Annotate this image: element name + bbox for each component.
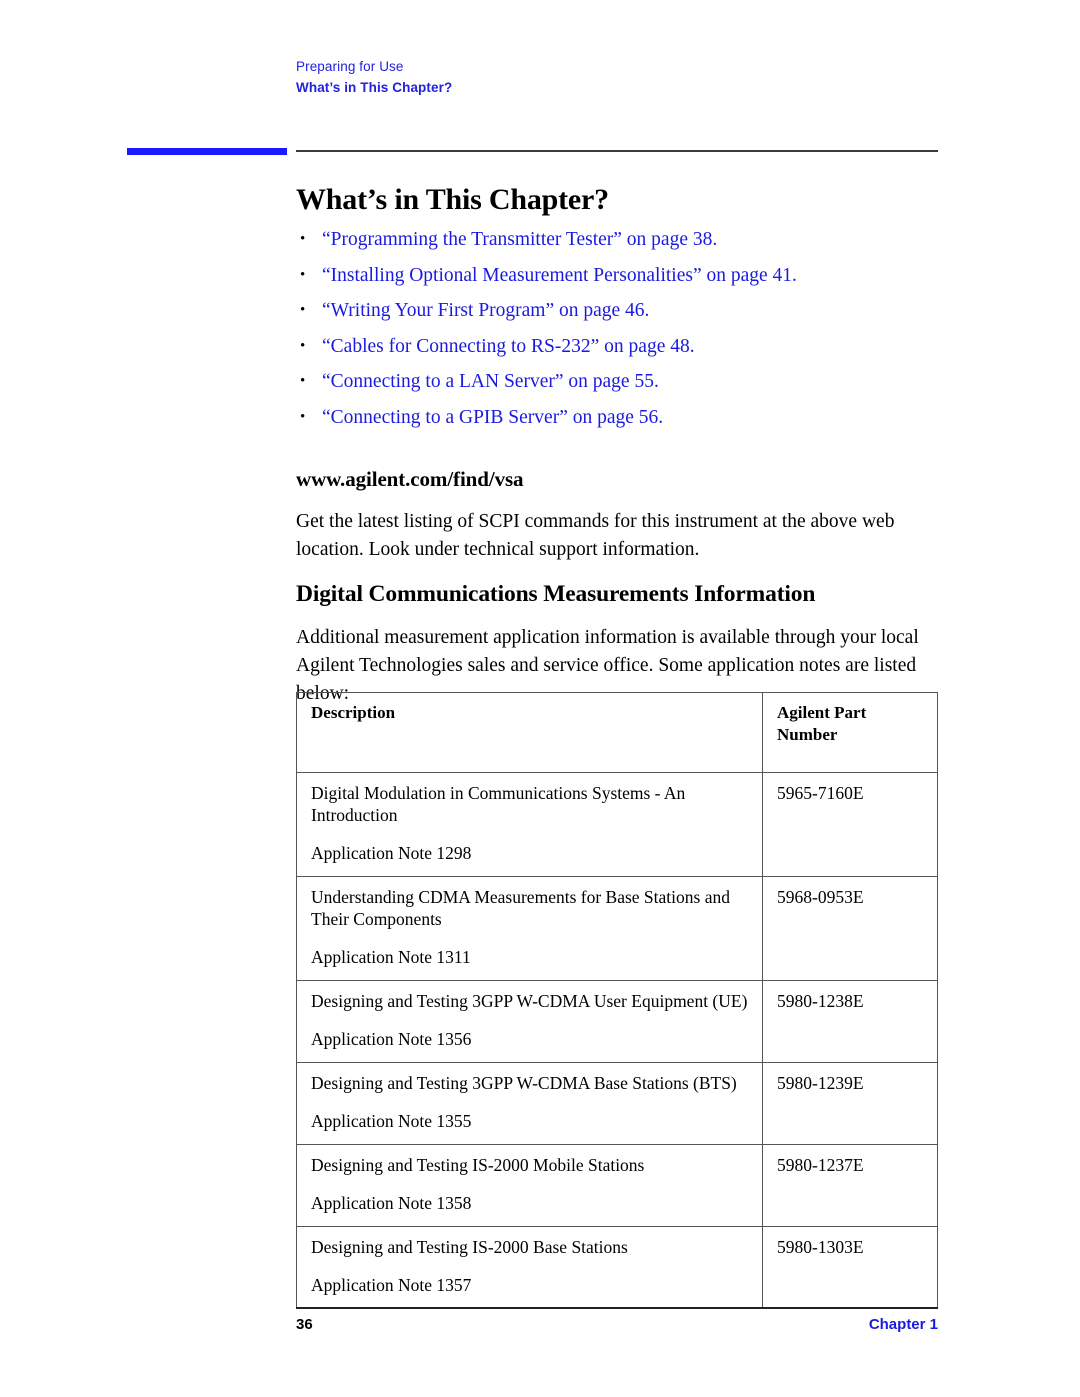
table-row: Digital Modulation in Communications Sys… — [296, 772, 938, 877]
footer-chapter-label: Chapter 1 — [868, 1316, 938, 1333]
table-row: Understanding CDMA Measurements for Base… — [296, 876, 938, 981]
application-note-text: Application Note 1357 — [311, 1275, 472, 1295]
web-address-heading: www.agilent.com/find/vsa — [296, 467, 524, 492]
table-row: Designing and Testing IS-2000 Mobile Sta… — [296, 1144, 938, 1227]
cross-reference-link[interactable]: “Connecting to a GPIB Server” on page 56… — [322, 407, 663, 428]
bullet-icon: • — [300, 302, 306, 318]
page-title: What’s in This Chapter? — [296, 183, 609, 217]
bullet-icon: • — [300, 231, 306, 247]
web-address-paragraph: Get the latest listing of SCPI commands … — [296, 510, 895, 560]
table-header-row: Description Agilent Part Number — [296, 692, 938, 773]
blue-accent-bar — [127, 148, 287, 155]
description-text: Designing and Testing IS-2000 Base Stati… — [311, 1237, 628, 1257]
cell-description: Designing and Testing 3GPP W-CDMA Base S… — [296, 1062, 763, 1145]
application-note-text: Application Note 1356 — [311, 1029, 472, 1049]
list-item[interactable]: • “Writing Your First Program” on page 4… — [296, 293, 956, 329]
column-header-description: Description — [296, 692, 763, 773]
list-item[interactable]: • “Connecting to a GPIB Server” on page … — [296, 400, 956, 436]
application-note-text: Application Note 1358 — [311, 1193, 472, 1213]
running-head-section: What’s in This Chapter? — [296, 80, 453, 95]
list-item[interactable]: • “Connecting to a LAN Server” on page 5… — [296, 364, 956, 400]
description-text: Designing and Testing 3GPP W-CDMA User E… — [311, 991, 748, 1011]
cell-part-number: 5965-7160E — [762, 772, 938, 877]
cell-description: Designing and Testing IS-2000 Base Stati… — [296, 1226, 763, 1309]
footer-horizontal-rule — [296, 1307, 938, 1309]
section-heading-digital-communications: Digital Communications Measurements Info… — [296, 580, 816, 607]
cell-description: Designing and Testing IS-2000 Mobile Sta… — [296, 1144, 763, 1227]
cross-reference-link[interactable]: “Connecting to a LAN Server” on page 55. — [322, 371, 659, 392]
cell-description: Understanding CDMA Measurements for Base… — [296, 876, 763, 981]
list-item[interactable]: • “Programming the Transmitter Tester” o… — [296, 222, 956, 258]
cross-reference-link[interactable]: “Installing Optional Measurement Persona… — [322, 265, 797, 286]
cell-part-number: 5980-1237E — [762, 1144, 938, 1227]
cell-description: Designing and Testing 3GPP W-CDMA User E… — [296, 980, 763, 1063]
list-item[interactable]: • “Installing Optional Measurement Perso… — [296, 258, 956, 294]
bullet-icon: • — [300, 408, 306, 425]
table-row: Designing and Testing IS-2000 Base Stati… — [296, 1226, 938, 1309]
description-text: Digital Modulation in Communications Sys… — [311, 783, 686, 825]
bullet-icon: • — [300, 337, 306, 354]
column-header-part-line2: Number — [777, 725, 838, 744]
table-row: Designing and Testing 3GPP W-CDMA User E… — [296, 980, 938, 1063]
cell-part-number: 5980-1303E — [762, 1226, 938, 1309]
bullet-icon: • — [300, 373, 306, 389]
column-header-part-number: Agilent Part Number — [762, 692, 938, 773]
column-header-part-line1: Agilent Part — [777, 703, 867, 722]
description-text: Designing and Testing 3GPP W-CDMA Base S… — [311, 1073, 737, 1093]
running-header: Preparing for Use What’s in This Chapter… — [296, 58, 938, 97]
application-note-text: Application Note 1298 — [311, 843, 472, 863]
application-notes-table: Description Agilent Part Number Digital … — [296, 692, 938, 1309]
cross-reference-list: • “Programming the Transmitter Tester” o… — [296, 222, 956, 435]
cell-description: Digital Modulation in Communications Sys… — [296, 772, 763, 877]
description-text: Designing and Testing IS-2000 Mobile Sta… — [311, 1155, 645, 1175]
table-row: Designing and Testing 3GPP W-CDMA Base S… — [296, 1062, 938, 1145]
cross-reference-link[interactable]: “Writing Your First Program” on page 46. — [322, 300, 649, 321]
description-text: Understanding CDMA Measurements for Base… — [311, 887, 730, 929]
list-item[interactable]: • “Cables for Connecting to RS-232” on p… — [296, 329, 956, 365]
cross-reference-link[interactable]: “Cables for Connecting to RS-232” on pag… — [322, 336, 695, 357]
cross-reference-link[interactable]: “Programming the Transmitter Tester” on … — [322, 229, 717, 250]
cell-part-number: 5980-1238E — [762, 980, 938, 1063]
running-head-chapter-part: Preparing for Use — [296, 59, 404, 74]
cell-part-number: 5968-0953E — [762, 876, 938, 981]
cell-part-number: 5980-1239E — [762, 1062, 938, 1145]
application-note-text: Application Note 1311 — [311, 947, 471, 967]
application-note-text: Application Note 1355 — [311, 1111, 472, 1131]
title-horizontal-rule — [296, 150, 938, 152]
bullet-icon: • — [300, 266, 306, 283]
